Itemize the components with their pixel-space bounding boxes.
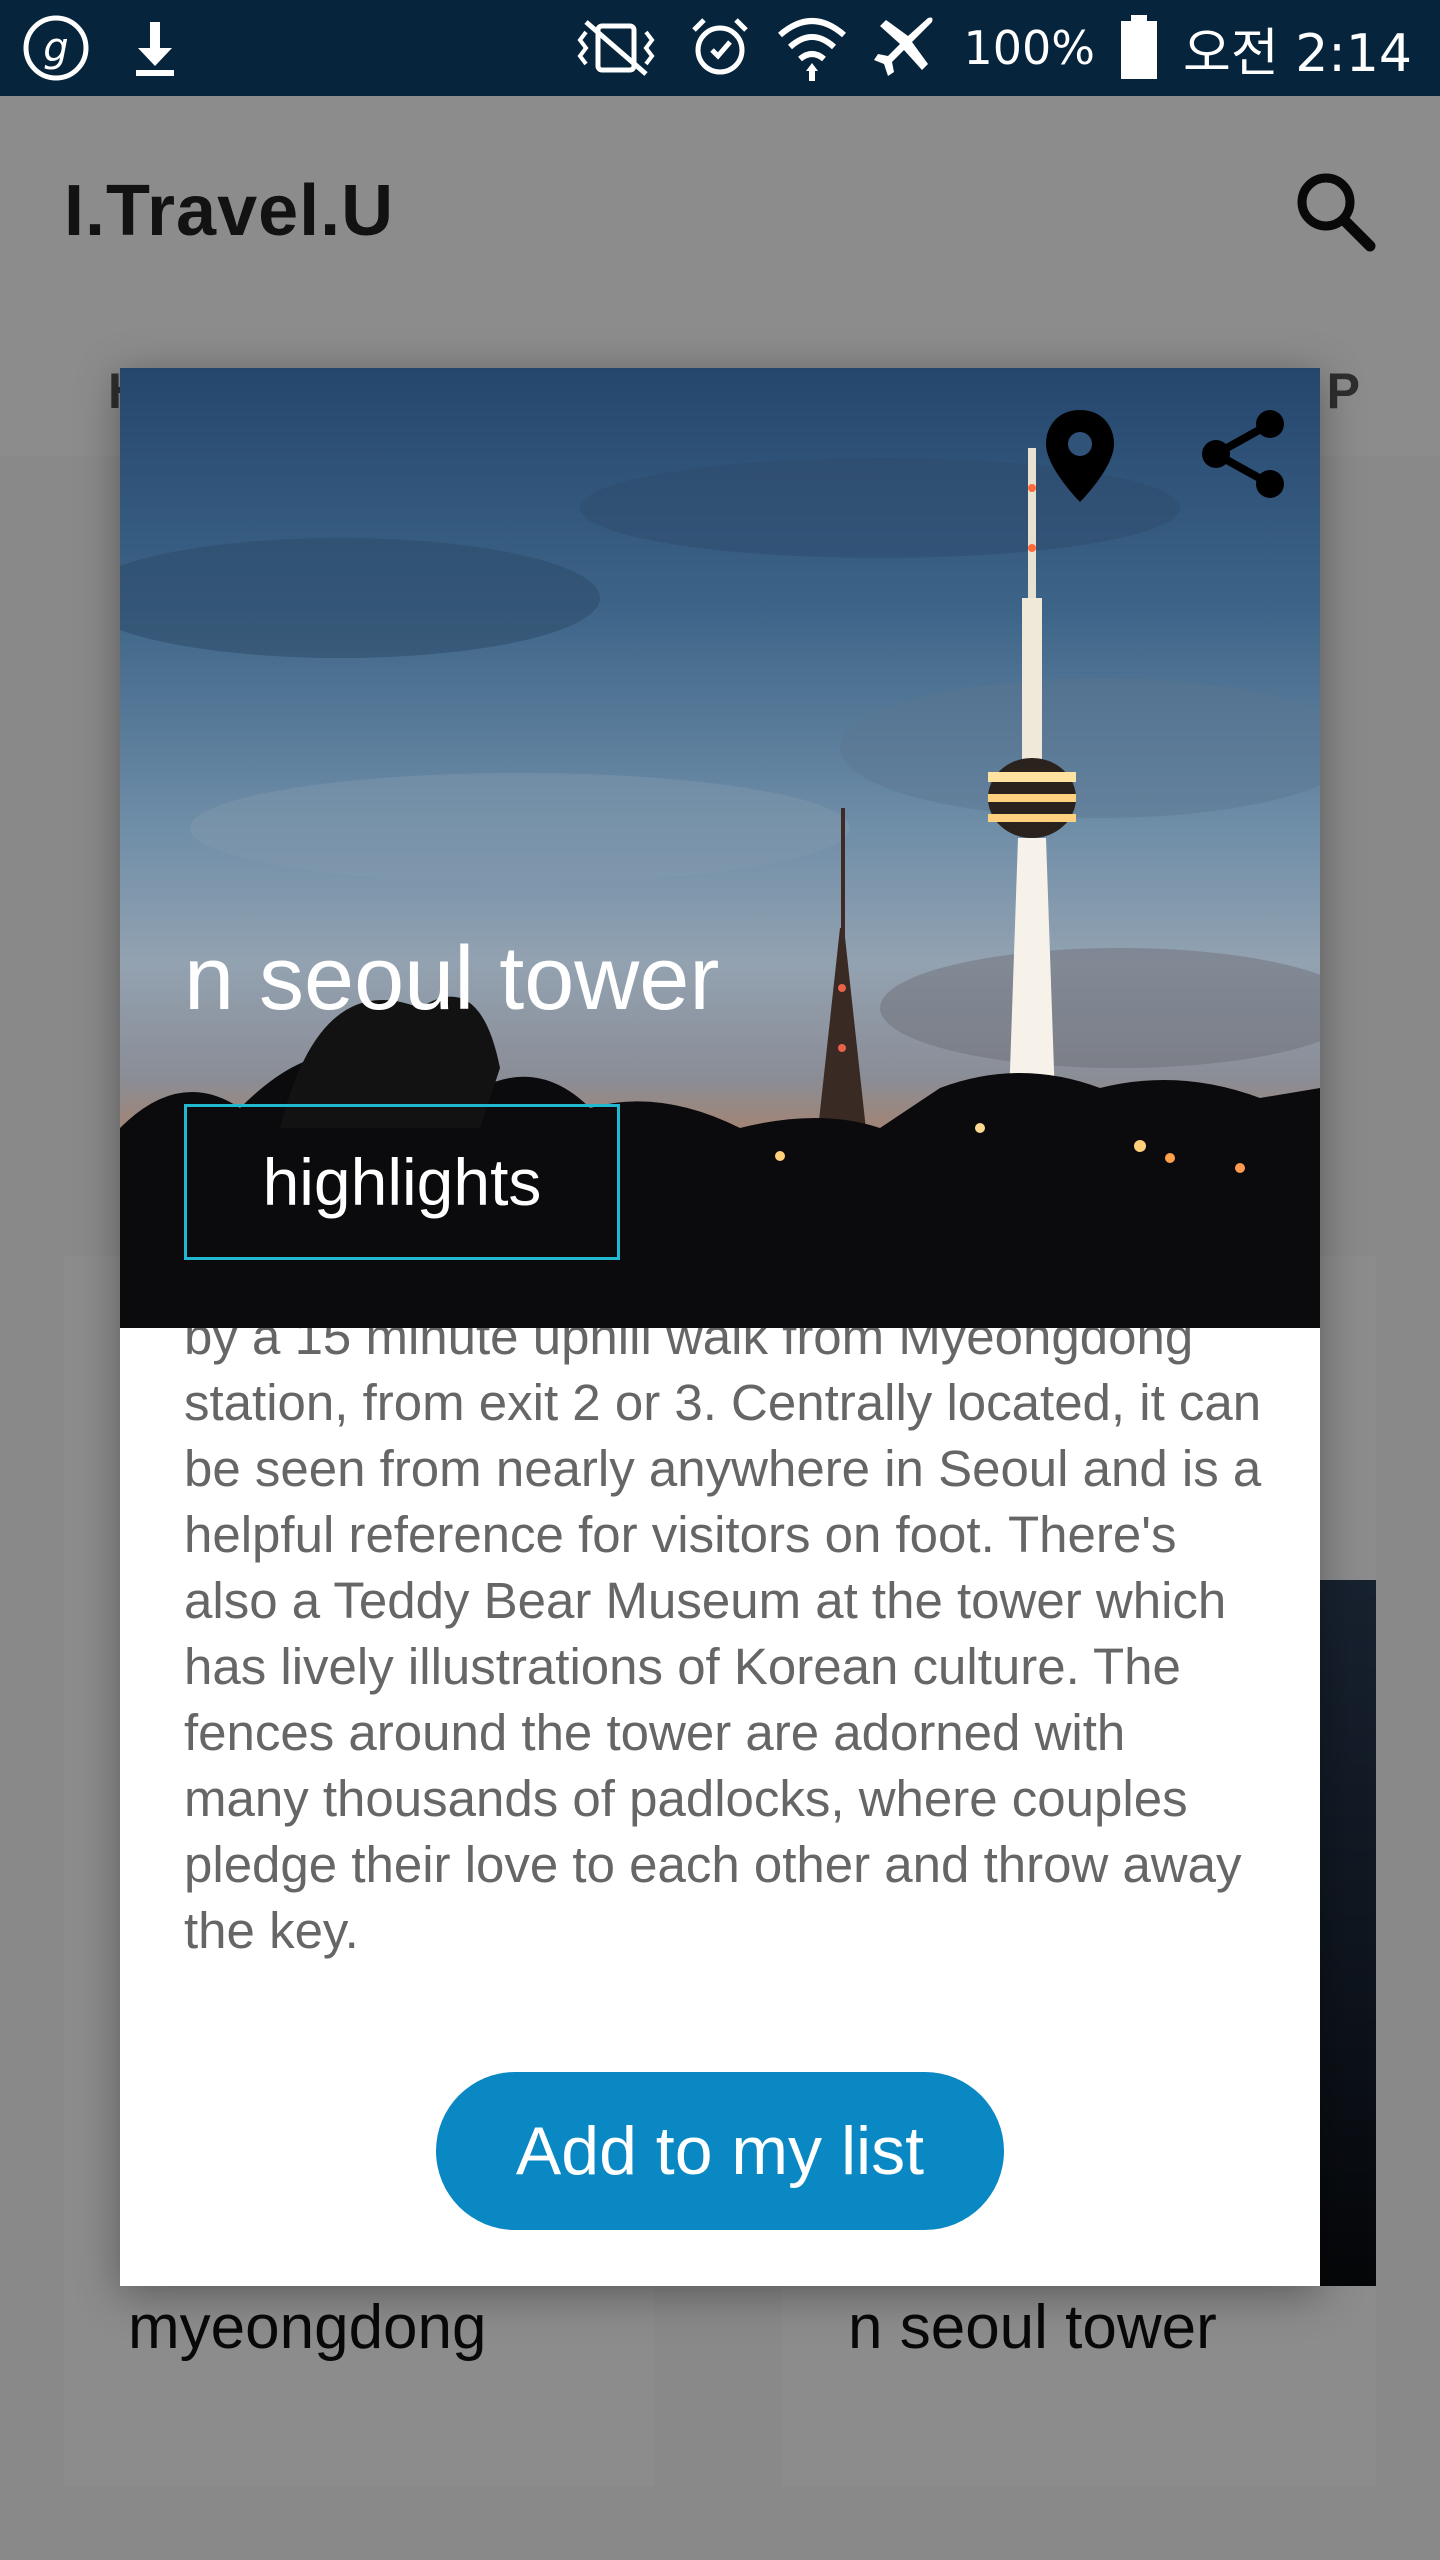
highlights-label: highlights: [262, 1145, 542, 1219]
svg-text:g: g: [43, 25, 68, 71]
wifi-icon: [776, 13, 848, 83]
battery-icon: [1119, 15, 1159, 81]
share-button[interactable]: [1194, 404, 1294, 504]
g-logo-icon: g: [22, 14, 90, 82]
status-bar: g 100% 오전 2:14: [0, 0, 1440, 96]
battery-percent: 100%: [963, 21, 1096, 75]
hero-image: n seoul tower highlights: [120, 368, 1320, 1328]
description-text: by a 15 minute uphill walk from Myeongdo…: [184, 1328, 1262, 1959]
status-left: g: [22, 14, 180, 82]
place-title: n seoul tower: [184, 929, 720, 1029]
status-right: 100% 오전 2:14: [568, 0, 1412, 96]
location-button[interactable]: [1040, 406, 1120, 506]
clock: 오전 2:14: [1183, 23, 1412, 84]
alarm-icon: [688, 16, 752, 80]
description-scroll[interactable]: by a 15 minute uphill walk from Myeongdo…: [184, 1328, 1264, 1968]
vibrate-mute-icon: [568, 18, 664, 78]
add-to-list-label: Add to my list: [515, 2113, 925, 2189]
location-pin-icon: [1046, 410, 1114, 502]
airplane-icon: [872, 14, 940, 82]
place-detail-dialog: n seoul tower highlights by a 15 minute …: [120, 368, 1320, 2286]
download-icon: [130, 18, 180, 78]
share-icon: [1202, 410, 1284, 498]
highlights-button[interactable]: highlights: [184, 1104, 620, 1260]
add-to-list-button[interactable]: Add to my list: [436, 2072, 1004, 2230]
